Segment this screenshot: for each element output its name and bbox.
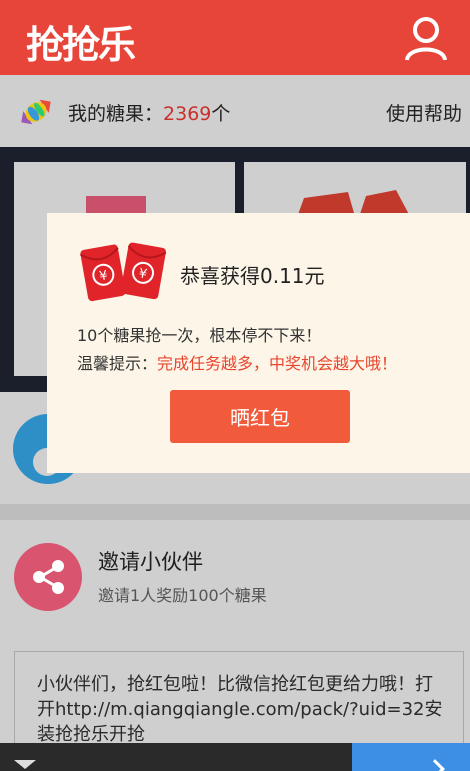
share-message-text: 小伙伴们，抢红包啦！比微信抢红包更给力哦！打开http://m.qiangqia… bbox=[37, 674, 443, 745]
user-profile-button[interactable] bbox=[402, 14, 450, 62]
invite-title: 邀请小伙伴 bbox=[98, 550, 203, 574]
user-icon bbox=[405, 17, 447, 61]
candy-label: 我的糖果： bbox=[68, 103, 164, 125]
dialog-hint: 温馨提示：完成任务越多，中奖机会越大哦！ bbox=[77, 350, 397, 374]
app-logo: 抢抢乐 bbox=[26, 23, 136, 67]
bottom-bar bbox=[0, 743, 352, 771]
red-envelope-icon: ¥ ¥ bbox=[78, 241, 170, 303]
dialog-hint-label: 温馨提示： bbox=[77, 354, 158, 373]
share-red-packet-button[interactable]: 晒红包 bbox=[170, 390, 350, 443]
share-icon bbox=[14, 543, 82, 611]
candy-unit: 个 bbox=[211, 103, 231, 125]
dialog-message: 10个糖果抢一次，根本停不下来！ bbox=[77, 326, 322, 345]
collapse-arrow-icon[interactable] bbox=[14, 760, 36, 769]
bottom-action-button[interactable] bbox=[352, 743, 470, 771]
dialog-title: 恭喜获得0.11元 bbox=[180, 264, 325, 288]
section-divider bbox=[0, 504, 470, 520]
candy-icon bbox=[16, 92, 56, 132]
invite-subtitle: 邀请1人奖励100个糖果 bbox=[98, 586, 267, 605]
help-link[interactable]: 使用帮助 bbox=[386, 99, 462, 126]
candy-balance: 我的糖果：2369个 bbox=[68, 99, 230, 126]
dialog-hint-value: 完成任务越多，中奖机会越大哦！ bbox=[157, 354, 398, 373]
candy-count: 2369 bbox=[163, 103, 212, 125]
